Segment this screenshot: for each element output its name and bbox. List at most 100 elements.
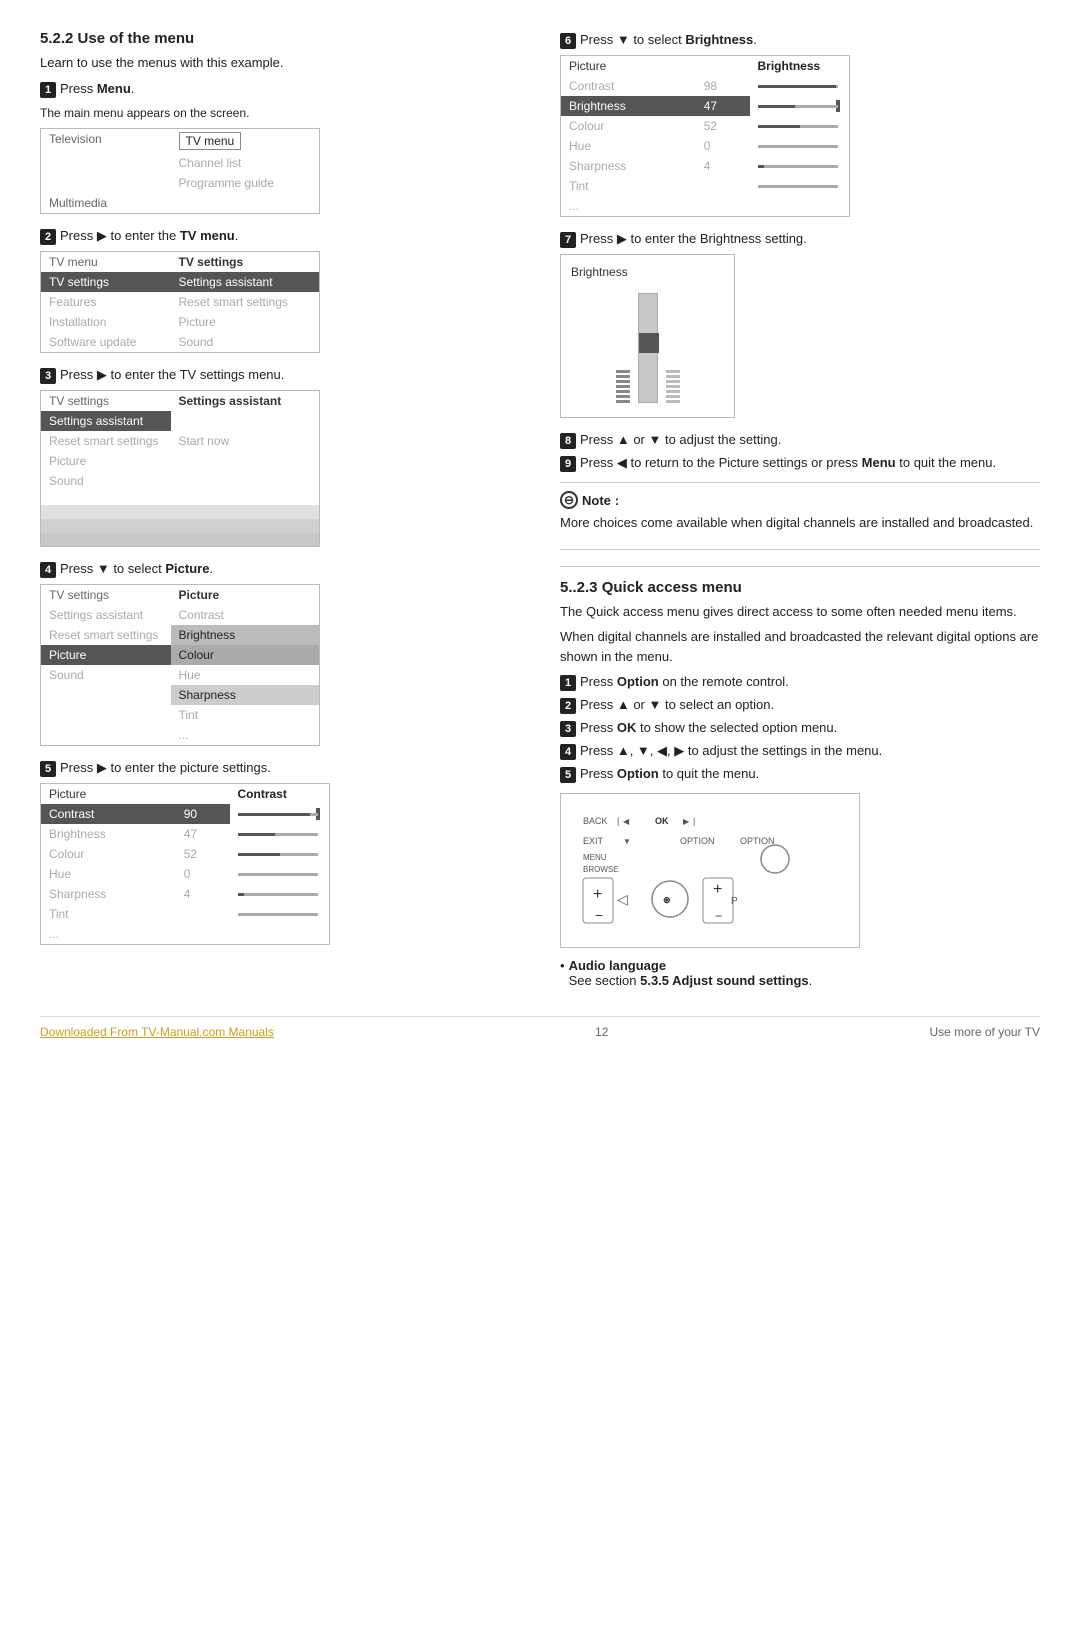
mpc-row-colour: Colour 52 [41,844,330,864]
left-column: 5.2.2 Use of the menu Learn to use the m… [40,30,520,992]
menu-sa-row-8 [41,533,320,547]
mpc-row-contrast: Contrast 90 [41,804,330,824]
brightness-slider-box: Brightness [560,254,735,418]
svg-text:▼: ▼ [623,837,631,846]
step-9-line: 9 Press ◀ to return to the Picture setti… [560,455,1040,472]
svg-text:−: − [715,909,722,923]
step-5-num: 5 [40,761,56,777]
mpc-row-sharpness: Sharpness 4 [41,884,330,904]
footer-right-text: Use more of your TV [930,1025,1040,1039]
svg-text:⊛: ⊛ [663,895,671,905]
big-slider-area [571,287,724,407]
menu-sa-row-7 [41,519,320,533]
menu-tv-settings-header: TV menu TV settings [41,251,320,272]
s523-step-4-num: 4 [560,744,576,760]
remote-control-illustration: BACK | ◀ OK ▶ | EXIT ▼ OPTION OPTION MEN… [560,793,860,948]
menu-tv-main-header-right: TV menu [171,128,320,153]
svg-text:MENU: MENU [583,853,607,862]
step-7-text: Press ▶ to enter the Brightness setting. [580,231,807,247]
menu-picture-row-3: Picture Colour [41,645,320,665]
menu-picture-row-6: Tint [41,705,320,725]
step-2-text: Press ▶ to enter the TV menu. [60,228,238,244]
svg-text:|: | [617,816,619,826]
menu-tv-settings-row-4: Software update Sound [41,332,320,353]
s523-step-3-num: 3 [560,721,576,737]
step-3-line: 3 Press ▶ to enter the TV settings menu. [40,367,520,384]
step-1-text: Press Menu. [60,81,134,96]
note-title: ⊖ Note: [560,491,1040,509]
mpb-row-brightness: Brightness 47 [561,96,850,116]
mpb-row-contrast: Contrast 98 [561,76,850,96]
menu-sa-header: TV settings Settings assistant [41,390,320,411]
menu-tv-main: Television TV menu Channel list Programm… [40,128,320,214]
big-slider-label: Brightness [571,265,724,279]
svg-text:−: − [595,907,603,923]
svg-text:◁: ◁ [617,891,628,907]
step-2-num: 2 [40,229,56,245]
menu-tv-settings-row-3: Installation Picture [41,312,320,332]
mpb-header: Picture Brightness [561,56,850,77]
slider-thumb [639,333,659,353]
mpb-row-more: ... [561,196,850,217]
menu-picture: TV settings Picture Settings assistant C… [40,584,320,746]
step-4-num: 4 [40,562,56,578]
menu-tv-settings-row-1: TV settings Settings assistant [41,272,320,292]
step-1-sub: The main menu appears on the screen. [40,104,520,122]
step-1-num: 1 [40,82,56,98]
svg-text:OPTION: OPTION [740,836,775,846]
step-5-line: 5 Press ▶ to enter the picture settings. [40,760,520,777]
step-4-text: Press ▼ to select Picture. [60,561,213,576]
step-9-text: Press ◀ to return to the Picture setting… [580,455,996,471]
note-box: ⊖ Note: More choices come available when… [560,482,1040,550]
s523-step-2: 2 Press ▲ or ▼ to select an option. [560,697,1040,714]
s523-step-1-text: Press Option on the remote control. [580,674,789,689]
bullet-text: Audio language See section 5.3.5 Adjust … [569,958,813,988]
svg-text:◀: ◀ [623,817,630,826]
s523-step-3: 3 Press OK to show the selected option m… [560,720,1040,737]
svg-text:▶: ▶ [683,817,690,826]
menu-sa-row-6 [41,505,320,519]
section-title: 5.2.2 Use of the menu [40,30,520,47]
s523-step-1: 1 Press Option on the remote control. [560,674,1040,691]
step-5-text: Press ▶ to enter the picture settings. [60,760,271,776]
menu-picture-row-2: Reset smart settings Brightness [41,625,320,645]
step-2-line: 2 Press ▶ to enter the TV menu. [40,228,520,245]
bullet-audio-language: • Audio language See section 5.3.5 Adjus… [560,958,1040,988]
menu-sa-row-1: Settings assistant [41,411,320,431]
s523-step-5-text: Press Option to quit the menu. [580,766,759,781]
page-footer: Downloaded From TV-Manual.com Manuals 12… [40,1016,1040,1039]
note-label: Note [582,493,611,508]
menu-picture-header: TV settings Picture [41,585,320,606]
s523-step-2-num: 2 [560,698,576,714]
menu-settings-assistant: TV settings Settings assistant Settings … [40,390,320,548]
svg-text:EXIT: EXIT [583,836,604,846]
bullet-dot: • [560,958,565,988]
step-8-line: 8 Press ▲ or ▼ to adjust the setting. [560,432,1040,449]
footer-link[interactable]: Downloaded From TV-Manual.com Manuals [40,1025,274,1039]
slider-ticks-right [666,293,680,403]
section523-intro1: The Quick access menu gives direct acces… [560,602,1040,622]
menu-picture-row-4: Sound Hue [41,665,320,685]
s523-step-3-text: Press OK to show the selected option men… [580,720,837,735]
step-4-line: 4 Press ▼ to select Picture. [40,561,520,578]
mpb-row-colour: Colour 52 [561,116,850,136]
note-icon: ⊖ [560,491,578,509]
menu-tv-settings-row-2: Features Reset smart settings [41,292,320,312]
section523-intro2: When digital channels are installed and … [560,627,1040,666]
step-8-text: Press ▲ or ▼ to adjust the setting. [580,432,781,447]
menu-sa-row-3: Picture [41,451,320,471]
menu-sa-row-4: Sound [41,471,320,491]
step-6-text: Press ▼ to select Brightness. [580,32,757,47]
menu-picture-row-5: Sharpness [41,685,320,705]
svg-text:BROWSE: BROWSE [583,865,619,874]
slider-track-vertical [638,293,658,403]
menu-tv-settings: TV menu TV settings TV settings Settings… [40,251,320,353]
menu-tv-main-row-2: Channel list [41,153,320,173]
menu-tv-main-row-4: Multimedia [41,193,320,214]
section-divider [560,566,1040,567]
s523-step-5-num: 5 [560,767,576,783]
mpb-row-sharpness: Sharpness 4 [561,156,850,176]
remote-svg: BACK | ◀ OK ▶ | EXIT ▼ OPTION OPTION MEN… [575,804,845,934]
mpb-row-tint: Tint [561,176,850,196]
s523-step-5: 5 Press Option to quit the menu. [560,766,1040,783]
